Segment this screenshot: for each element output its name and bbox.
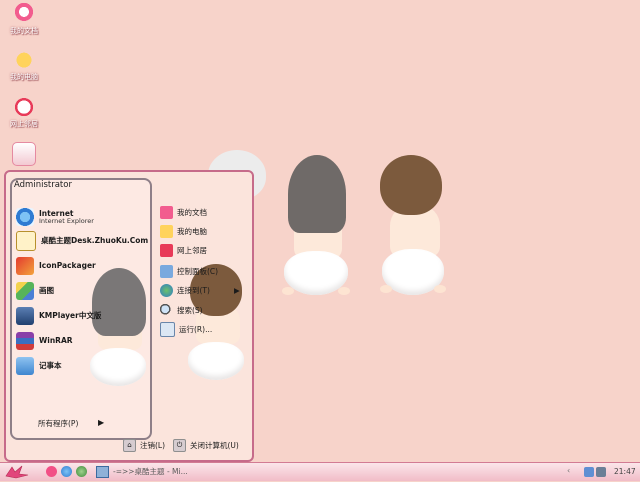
control-panel-icon (160, 264, 173, 278)
kmplayer-icon (16, 307, 34, 325)
window-icon (96, 465, 109, 478)
place-item-my-documents[interactable]: 我的文档 (160, 204, 207, 220)
program-item-label: 记事本 (39, 361, 62, 370)
program-item-notepad[interactable]: 记事本 (16, 355, 62, 377)
taskbar: -=>>桌酷主题 - Mi... ‹ 21:47 (0, 462, 640, 481)
all-programs-button[interactable]: 所有程序(P) (38, 418, 78, 429)
wallpaper-baby-brown-hair (378, 155, 458, 305)
my-documents-icon (13, 2, 35, 24)
paint-icon (16, 282, 34, 300)
program-item-kmplayer[interactable]: KMPlayer中文版 (16, 305, 101, 327)
start-menu-wallpaper-baby-grey (86, 268, 156, 388)
system-tray: 21:47 (584, 465, 638, 478)
iconpackager-icon (16, 257, 34, 275)
place-item-network-places[interactable]: 网上邻居 (160, 242, 207, 258)
program-item-theme-site[interactable]: 桌酷主题Desk.ZhuoKu.Com (16, 230, 148, 252)
taskbar-window-title: -=>>桌酷主题 - Mi... (113, 467, 188, 476)
place-item-connect-to[interactable]: 连接到(T) ▶ (160, 282, 240, 298)
all-programs-arrow-icon: ▶ (98, 418, 105, 427)
my-computer-icon (160, 224, 173, 238)
start-menu-user-name: Administrator (14, 180, 72, 190)
place-item-label: 搜索(S) (177, 305, 203, 315)
network-places-icon (160, 243, 173, 257)
connect-to-icon (160, 283, 173, 297)
power-icon: ⏻ (173, 438, 186, 452)
place-item-label: 我的电脑 (177, 226, 207, 236)
place-item-label: 我的文档 (177, 207, 207, 217)
program-item-label: KMPlayer中文版 (39, 311, 102, 320)
logoff-button[interactable]: ⌂ 注销(L) (123, 438, 165, 452)
my-documents-icon (160, 205, 173, 219)
tray-volume-icon[interactable] (596, 466, 606, 477)
clock[interactable]: 21:47 (614, 467, 636, 476)
program-item-internet[interactable]: Internet Internet Explorer (16, 206, 94, 228)
quicklaunch-desktop-icon[interactable] (46, 466, 57, 477)
program-item-label: 画图 (39, 286, 54, 295)
program-item-winrar[interactable]: WinRAR (16, 330, 73, 352)
desktop-icon-label: 我的文档 (10, 27, 38, 35)
program-item-iconpackager[interactable]: IconPackager (16, 255, 96, 277)
logoff-label: 注销(L) (140, 440, 166, 450)
desktop-icon-label: 我的电脑 (10, 73, 38, 81)
place-item-search[interactable]: 搜索(S) (160, 302, 203, 318)
run-icon (160, 321, 175, 337)
taskbar-window-button[interactable]: -=>>桌酷主题 - Mi... (96, 465, 206, 478)
tray-network-icon[interactable] (584, 466, 594, 477)
quicklaunch-media-icon[interactable] (76, 466, 87, 477)
place-item-label: 网上邻居 (177, 245, 207, 255)
program-item-label: 桌酷主题Desk.ZhuoKu.Com (41, 236, 149, 245)
recycle-bin-icon (12, 142, 36, 166)
logoff-icon: ⌂ (123, 438, 136, 452)
winrar-icon (16, 332, 34, 350)
connect-to-arrow-icon: ▶ (233, 285, 240, 295)
place-item-label: 运行(R)... (179, 324, 213, 334)
place-item-run[interactable]: 运行(R)... (160, 321, 212, 337)
tray-expand-icon[interactable]: ‹ (567, 466, 570, 475)
search-icon (160, 303, 173, 317)
desktop-icon-recycle-bin[interactable] (4, 142, 44, 168)
program-item-sublabel: Internet Explorer (39, 216, 94, 225)
my-computer-icon (13, 48, 35, 70)
start-logo-icon (5, 465, 29, 479)
place-item-label: 连接到(T) (177, 285, 210, 295)
desktop-icon-my-computer[interactable]: 我的电脑 (4, 48, 44, 82)
place-item-label: 控制面板(C) (177, 266, 219, 276)
wallpaper-baby-long-hair (280, 155, 360, 305)
shutdown-button[interactable]: ⏻ 关闭计算机(U) (173, 438, 239, 452)
program-item-label: WinRAR (39, 336, 73, 345)
desktop-icon-my-documents[interactable]: 我的文档 (4, 2, 44, 36)
desktop-icon-network-places[interactable]: 网上邻居 (4, 95, 44, 129)
shutdown-label: 关闭计算机(U) (190, 440, 239, 450)
theme-site-icon (16, 231, 36, 251)
start-button[interactable] (2, 464, 32, 480)
desktop-icon-label: 网上邻居 (10, 120, 38, 128)
program-item-paint[interactable]: 画图 (16, 280, 54, 302)
place-item-control-panel[interactable]: 控制面板(C) (160, 263, 218, 279)
internet-explorer-icon (16, 208, 34, 226)
quicklaunch-browser-icon[interactable] (61, 466, 72, 477)
network-places-icon (13, 95, 35, 117)
program-item-label: IconPackager (39, 261, 96, 270)
place-item-my-computer[interactable]: 我的电脑 (160, 223, 207, 239)
notepad-icon (16, 357, 34, 375)
